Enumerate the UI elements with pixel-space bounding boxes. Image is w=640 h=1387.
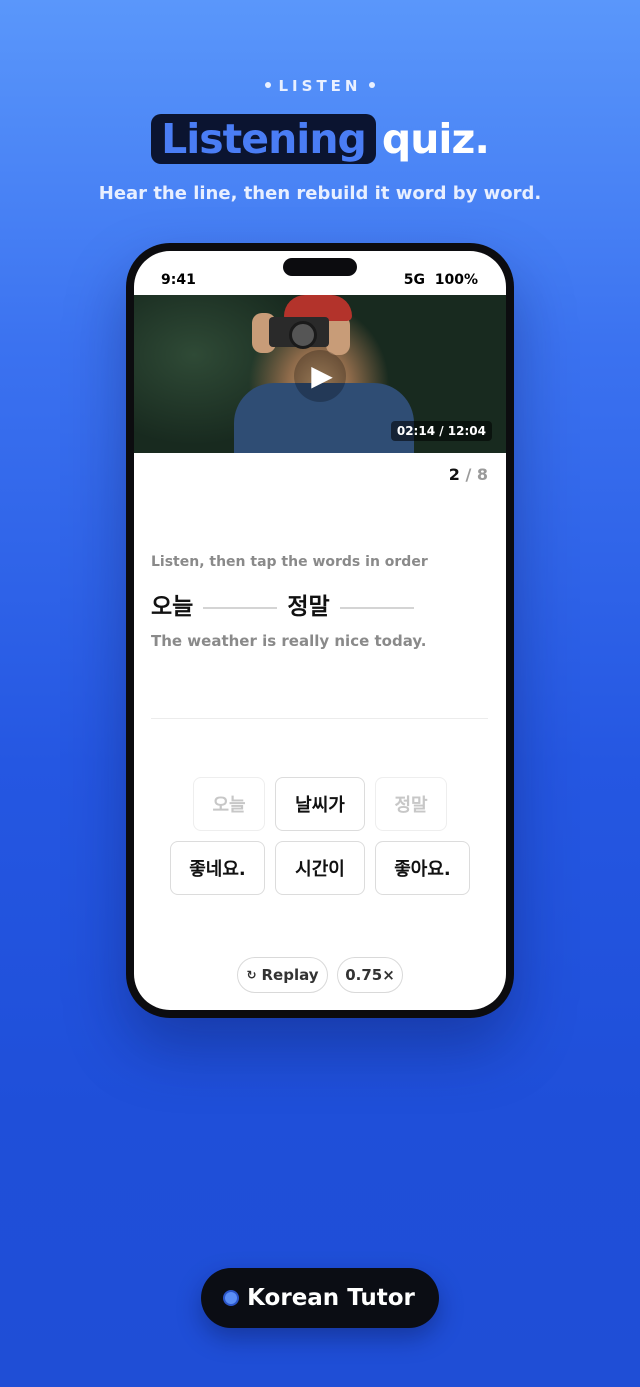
play-icon[interactable]: ▶ <box>294 350 346 402</box>
word-chip[interactable]: 좋네요. <box>170 841 265 895</box>
dynamic-island <box>283 258 357 276</box>
question-progress: 2 / 8 <box>449 465 488 484</box>
translation-text: The weather is really nice today. <box>151 632 427 650</box>
video-player[interactable]: ▶ 02:14 / 12:04 <box>134 295 506 453</box>
brand-name: Korean Tutor <box>247 1285 415 1311</box>
progress-total: / 8 <box>465 465 488 484</box>
status-right: 5G 100% <box>404 272 478 288</box>
subtitle: Hear the line, then rebuild it word by w… <box>98 183 542 204</box>
answer-blank <box>339 607 414 609</box>
brand-badge: Korean Tutor <box>201 1268 439 1328</box>
replay-icon: ↻ <box>246 968 257 982</box>
speed-button[interactable]: 0.75× <box>337 957 403 993</box>
divider <box>151 718 488 719</box>
headline-rest: quiz. <box>381 115 490 163</box>
headline-highlight: Listening <box>151 114 376 164</box>
replay-label: Replay <box>261 966 319 984</box>
replay-button[interactable]: ↻ Replay <box>237 957 328 993</box>
word-chip-used: 오늘 <box>193 777 265 831</box>
answer-word[interactable]: 오늘 <box>151 587 193 621</box>
answer-blank <box>203 607 278 609</box>
answer-word[interactable]: 정말 <box>287 587 329 621</box>
brand-dot-icon <box>225 1292 238 1304</box>
word-chip[interactable]: 시간이 <box>275 841 365 895</box>
eyebrow-dot-right <box>369 81 376 88</box>
word-chip[interactable]: 날씨가 <box>275 777 365 831</box>
headline: Listening quiz. <box>0 114 640 164</box>
word-chip[interactable]: 좋아요. <box>375 841 470 895</box>
status-network: 5G <box>403 272 425 288</box>
eyebrow: LISTEN <box>0 77 640 95</box>
video-thumbnail-hand-right <box>326 315 350 355</box>
progress-current: 2 <box>448 465 460 484</box>
word-chip-used: 정말 <box>375 777 447 831</box>
eyebrow-dot-left <box>264 81 271 88</box>
video-timecode: 02:14 / 12:04 <box>390 421 492 441</box>
status-battery: 100% <box>434 272 478 288</box>
answer-sentence: 오늘 정말 <box>151 587 424 621</box>
status-bar: 9:41 5G 100% <box>134 251 506 295</box>
status-time: 9:41 <box>161 272 196 288</box>
phone-frame: 9:41 5G 100% ▶ 02:14 / 12:04 2 / 8 Liste… <box>126 243 514 1018</box>
video-thumbnail-camera <box>269 317 329 349</box>
exercise-prompt: Listen, then tap the words in order <box>151 554 428 570</box>
eyebrow-label: LISTEN <box>278 77 362 95</box>
phone-screen: 9:41 5G 100% ▶ 02:14 / 12:04 2 / 8 Liste… <box>134 251 506 1010</box>
